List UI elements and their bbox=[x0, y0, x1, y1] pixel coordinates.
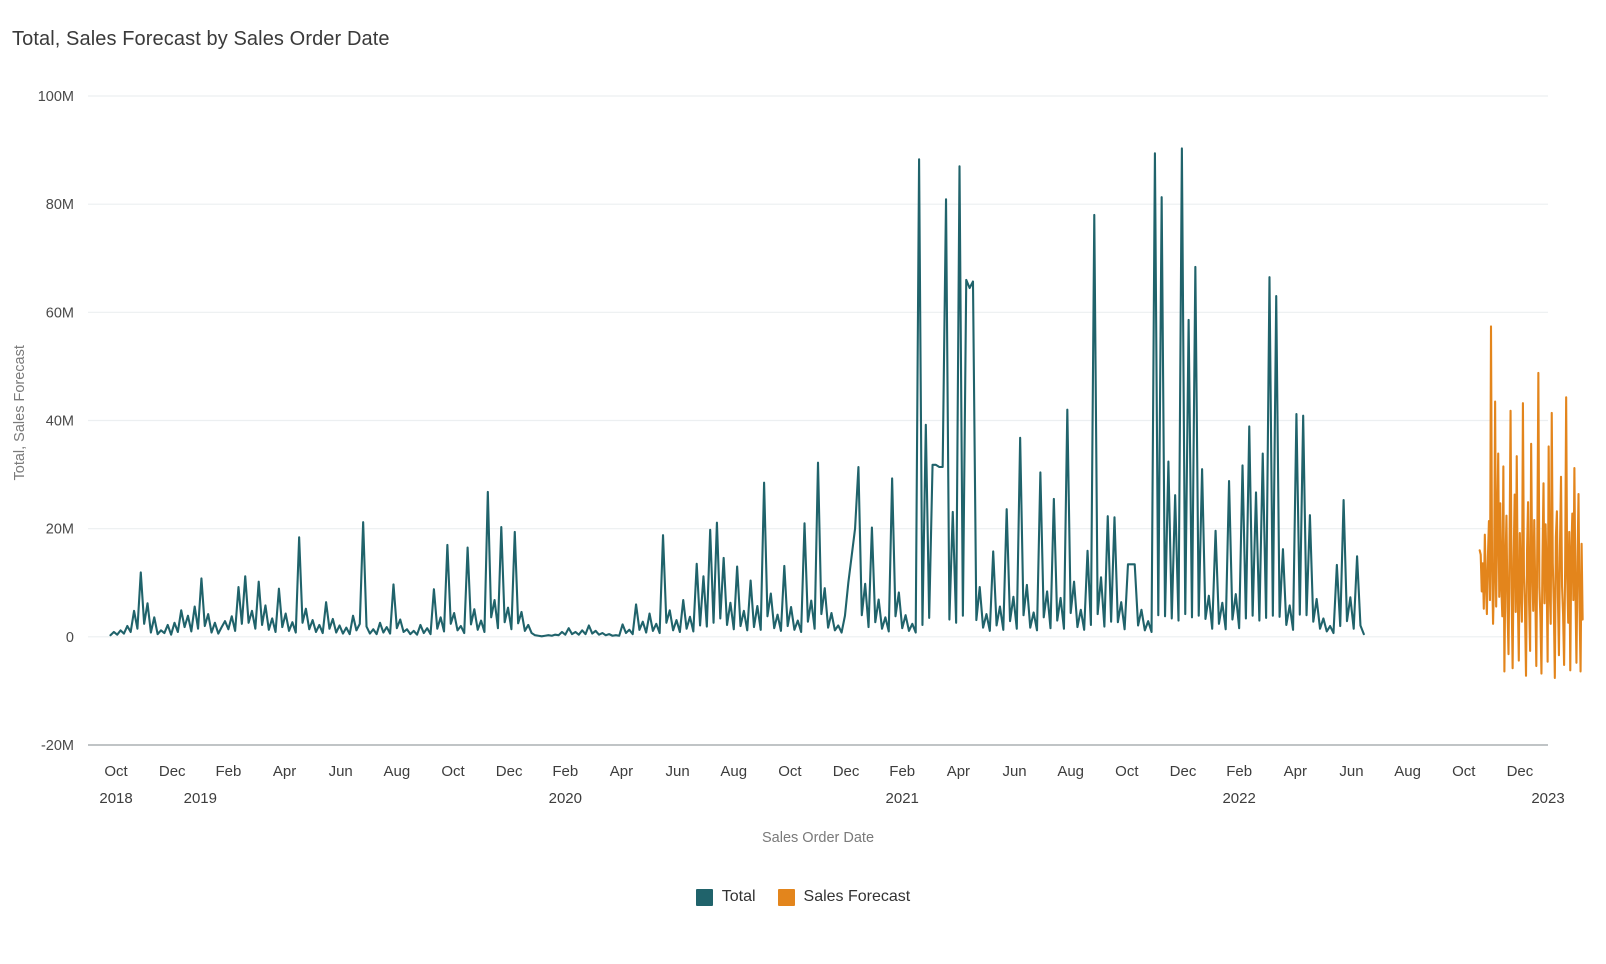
legend-item-total[interactable]: Total bbox=[695, 888, 756, 906]
x-axis-tick-label: Apr bbox=[610, 763, 633, 780]
x-axis-tick-label: Dec bbox=[1507, 763, 1534, 780]
x-axis-tick-label: Oct bbox=[441, 763, 465, 780]
chart-legend: Total Sales Forecast bbox=[0, 888, 1606, 906]
x-axis-tick-label: Apr bbox=[1284, 763, 1307, 780]
x-axis-tick-label: Feb bbox=[215, 763, 241, 780]
x-axis-title: Sales Order Date bbox=[762, 830, 874, 846]
x-axis-tick-label: Oct bbox=[1115, 763, 1139, 780]
x-axis-tick-label: Jun bbox=[329, 763, 353, 780]
x-axis-tick-label: Aug bbox=[1394, 763, 1421, 780]
y-axis-tick-label: 80M bbox=[46, 197, 74, 213]
y-axis-tick-label: 40M bbox=[46, 414, 74, 430]
x-axis-tick-label: Feb bbox=[1226, 763, 1252, 780]
x-axis-year-label: 2021 bbox=[886, 790, 919, 807]
y-axis-tick-label: 100M bbox=[38, 89, 74, 105]
x-axis-tick-label: Dec bbox=[1170, 763, 1197, 780]
x-axis-year-label: 2023 bbox=[1531, 790, 1564, 807]
y-axis-title: Total, Sales Forecast bbox=[12, 345, 28, 480]
x-axis-tick-label: Jun bbox=[666, 763, 690, 780]
x-axis-tick-label: Feb bbox=[552, 763, 578, 780]
x-axis-tick-label: Dec bbox=[496, 763, 523, 780]
x-axis-year-label: 2019 bbox=[184, 790, 217, 807]
x-axis-tick-label: Oct bbox=[104, 763, 128, 780]
y-axis-tick-label: 60M bbox=[46, 305, 74, 321]
series-line-total bbox=[109, 147, 1365, 638]
chart-plot-area: 100M 80M 60M 40M 20M 0 -20M Total, Sales Foreca… bbox=[12, 89, 1584, 846]
x-axis-year-label: 2018 bbox=[99, 790, 132, 807]
x-axis-tick-label: Apr bbox=[273, 763, 296, 780]
x-axis-tick-label: Aug bbox=[383, 763, 410, 780]
x-axis-tick-label: Dec bbox=[159, 763, 186, 780]
x-axis-tick-label: Aug bbox=[720, 763, 747, 780]
x-axis-tick-label: Oct bbox=[778, 763, 802, 780]
x-axis-tick-label: Jun bbox=[1002, 763, 1026, 780]
x-axis-tick-label: Feb bbox=[889, 763, 915, 780]
series-line-sales-forecast bbox=[1478, 325, 1584, 679]
y-axis-tick-label: -20M bbox=[41, 738, 74, 754]
legend-swatch-icon bbox=[695, 888, 713, 906]
x-axis-year-label: 2022 bbox=[1222, 790, 1255, 807]
legend-swatch-icon bbox=[777, 888, 795, 906]
x-axis-tick-label: Apr bbox=[947, 763, 970, 780]
y-axis-tick-label: 20M bbox=[46, 522, 74, 538]
chart-container: Total, Sales Forecast by Sales Order Dat… bbox=[0, 0, 1606, 964]
x-axis-tick-label: Dec bbox=[833, 763, 860, 780]
legend-label: Sales Forecast bbox=[803, 888, 911, 905]
x-axis-tick-label: Aug bbox=[1057, 763, 1084, 780]
x-axis-tick-label: Jun bbox=[1339, 763, 1363, 780]
x-axis-tick-label: Oct bbox=[1452, 763, 1476, 780]
y-axis-tick-label: 0 bbox=[66, 630, 74, 646]
legend-label: Total bbox=[721, 888, 756, 905]
x-axis-year-label: 2020 bbox=[549, 790, 582, 807]
legend-item-sales-forecast[interactable]: Sales Forecast bbox=[777, 888, 911, 906]
